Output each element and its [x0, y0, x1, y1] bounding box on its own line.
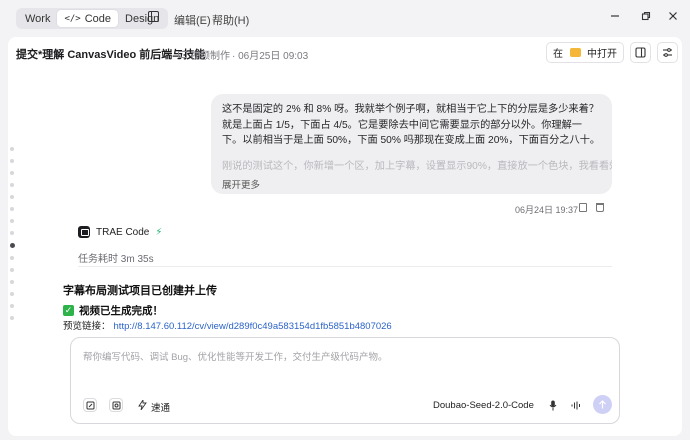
nav-dot[interactable] [10, 268, 14, 272]
trae-logo-icon [78, 226, 90, 238]
nav-dot[interactable] [10, 159, 14, 163]
close-icon[interactable] [666, 9, 680, 23]
sparkle-icon: ⚡ [155, 226, 163, 238]
arrow-up-icon [599, 400, 606, 409]
send-button[interactable] [593, 395, 612, 414]
image-upload-icon[interactable] [109, 398, 123, 412]
user-message-text: 这不是固定的 2% 和 8% 呀。我就举个例子啊，就相当于它上下的分层是多少来着… [222, 104, 601, 146]
open-in-button[interactable]: 在 中打开 [546, 42, 624, 63]
nav-dot[interactable] [10, 292, 14, 296]
task-duration: 任务耗时 3m 35s [78, 254, 154, 265]
delete-icon[interactable] [596, 203, 604, 212]
user-message-faded-text: 刚说的测试这个，你新增一个区，加上字幕，设置显示90%，直接放一个色块，我看看效… [222, 160, 612, 172]
nav-dot[interactable] [10, 316, 14, 320]
minimize-icon[interactable] [608, 9, 622, 23]
panel-header: 提交*理解 CanvasVideo 前后端与技能 视频制作 · 06月25日 0… [8, 37, 682, 67]
task-folder[interactable]: 视频制作 [190, 47, 230, 62]
menu-help[interactable]: 帮助(H) [212, 12, 249, 28]
menu-edit[interactable]: 编辑(E) [174, 12, 211, 28]
message-timestamp: 06月24日 19:37 [515, 205, 579, 215]
nav-dot[interactable] [10, 231, 14, 235]
copy-icon[interactable] [579, 203, 587, 212]
nav-dot-active[interactable] [10, 243, 15, 248]
model-selector[interactable]: Doubao-Seed-2.0-Code [433, 400, 534, 411]
status-line: ✓ 视频已生成完成！ [63, 303, 163, 318]
preview-label: 预览链接： [63, 321, 111, 332]
open-in-prefix: 在 [553, 49, 563, 60]
settings-sliders-icon[interactable] [657, 42, 678, 63]
mode-work-label: Work [25, 12, 51, 25]
voice-wave-icon[interactable] [569, 398, 583, 412]
user-message-bubble: 这不是固定的 2% 和 8% 呀。我就举个例子啊，就相当于它上下的分层是多少来着… [211, 94, 612, 194]
title-bar: Work </> Code Design 编辑(E) 帮助(H) [0, 0, 690, 36]
nav-dot[interactable] [10, 280, 14, 284]
restore-icon[interactable] [639, 9, 653, 23]
task-date: · 06月25日 09:03 [232, 51, 309, 62]
code-icon: </> [64, 13, 81, 24]
preview-line: 预览链接： http://8.147.60.112/cv/view/d289f0c… [63, 318, 392, 332]
task-meta: 视频制作 · 06月25日 09:03 [178, 47, 308, 62]
main-panel: 提交*理解 CanvasVideo 前后端与技能 视频制作 · 06月25日 0… [8, 37, 682, 436]
composer-placeholder[interactable]: 帮你编写代码、调试 Bug、优化性能等开发工作，交付生产级代码产物。 [83, 349, 388, 363]
composer-input-box[interactable]: 帮你编写代码、调试 Bug、优化性能等开发工作，交付生产级代码产物。 速通 Do… [70, 337, 620, 424]
lightning-icon[interactable] [135, 398, 149, 412]
mode-switcher: Work </> Code Design [16, 8, 169, 29]
message-navigator [10, 147, 16, 328]
mode-toggle-label[interactable]: 速通 [151, 400, 170, 414]
nav-dot[interactable] [10, 304, 14, 308]
nav-dot[interactable] [10, 207, 14, 211]
nav-dot[interactable] [10, 171, 14, 175]
preview-link[interactable]: http://8.147.60.112/cv/view/d289f0c49a58… [114, 321, 392, 332]
task-title: 提交*理解 CanvasVideo 前后端与技能 [16, 49, 206, 61]
mode-design-button[interactable]: Design [118, 10, 166, 27]
nav-dot[interactable] [10, 195, 14, 199]
attach-file-icon[interactable] [83, 398, 97, 412]
show-more-link[interactable]: 展开更多 [222, 176, 602, 191]
agent-name: TRAE Code [96, 226, 150, 238]
agent-header: TRAE Code ⚡ [78, 226, 162, 238]
mode-work-button[interactable]: Work [18, 10, 57, 27]
nav-dot[interactable] [10, 256, 14, 260]
sidebar-toggle-icon[interactable] [148, 11, 159, 22]
nav-dot[interactable] [10, 147, 14, 151]
open-in-label: 中打开 [587, 49, 617, 60]
nav-dot[interactable] [10, 183, 14, 187]
folder-icon [178, 51, 187, 58]
nav-dot[interactable] [10, 219, 14, 223]
microphone-icon[interactable] [546, 398, 560, 412]
status-text: 视频已生成完成！ [79, 305, 163, 317]
check-icon: ✓ [63, 305, 74, 316]
answer-title: 字幕布局测试项目已创建并上传 [63, 285, 217, 297]
mode-code-button[interactable]: </> Code [57, 10, 119, 27]
panel-layout-icon[interactable] [630, 42, 651, 63]
divider [78, 266, 612, 267]
mode-code-label: Code [84, 12, 112, 25]
folder-app-icon [570, 48, 581, 57]
